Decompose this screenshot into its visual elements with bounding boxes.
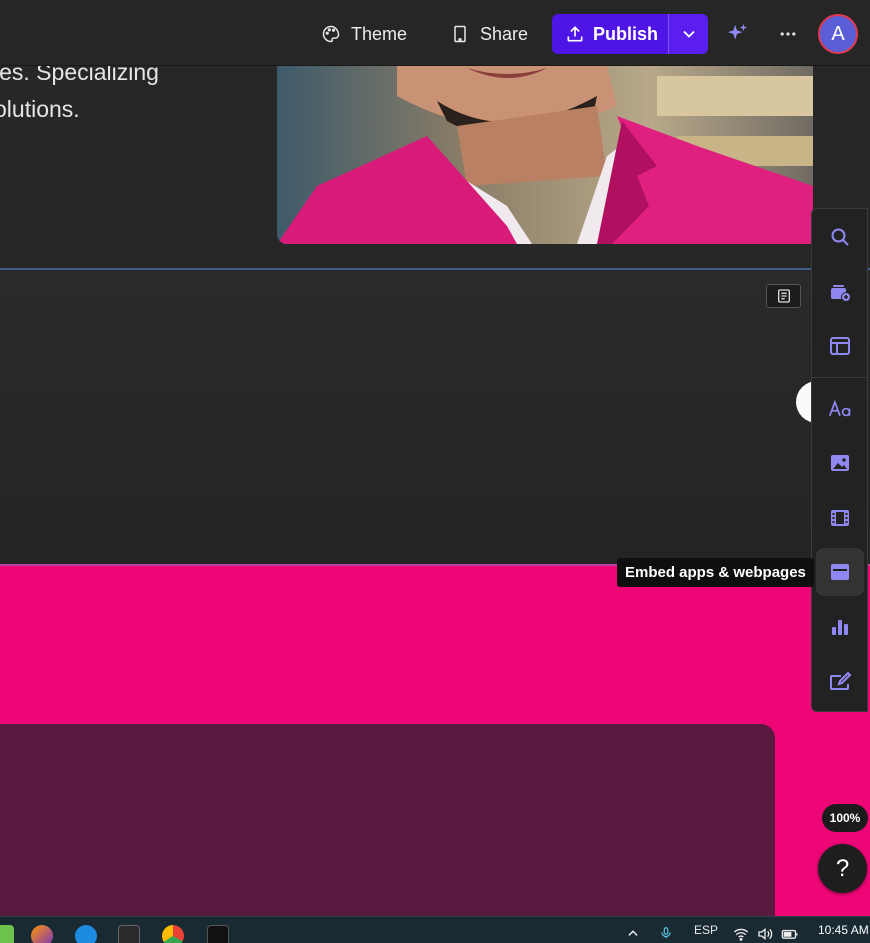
rail-item-layout[interactable] bbox=[816, 322, 864, 370]
rail-item-text[interactable] bbox=[816, 385, 864, 433]
app-icon-green[interactable] bbox=[0, 925, 14, 943]
upload-icon bbox=[567, 26, 583, 42]
publish-group: Publish bbox=[552, 14, 708, 54]
rail-item-search[interactable] bbox=[816, 213, 864, 261]
form-icon bbox=[830, 671, 852, 690]
help-button[interactable]: ? bbox=[818, 844, 867, 893]
rail-item-form[interactable] bbox=[816, 658, 864, 706]
microphone-icon[interactable] bbox=[659, 925, 673, 941]
user-avatar[interactable]: A bbox=[818, 14, 858, 54]
rail-item-add-card[interactable] bbox=[816, 268, 864, 316]
search-icon bbox=[831, 228, 849, 246]
docker-icon[interactable] bbox=[75, 925, 97, 943]
publish-label: Publish bbox=[593, 23, 659, 44]
more-icon bbox=[780, 32, 796, 36]
card-notes-button[interactable] bbox=[766, 284, 801, 308]
os-taskbar: ESP 10:45 AM bbox=[0, 916, 870, 943]
share-label: Share bbox=[480, 23, 529, 44]
share-button[interactable]: Share bbox=[450, 16, 528, 52]
layout-icon bbox=[830, 337, 850, 355]
language-indicator[interactable]: ESP bbox=[694, 923, 718, 937]
firefox-icon[interactable] bbox=[31, 925, 53, 943]
publish-button[interactable]: Publish bbox=[552, 14, 668, 54]
clock[interactable]: 10:45 AM bbox=[818, 923, 869, 937]
rail-separator bbox=[812, 377, 867, 378]
ai-sparkle-button[interactable] bbox=[726, 23, 748, 45]
embed-icon bbox=[831, 564, 849, 580]
publish-options-button[interactable] bbox=[668, 14, 708, 54]
app-icon-dark[interactable] bbox=[207, 925, 229, 943]
portrait-illustration bbox=[277, 66, 813, 244]
theme-button[interactable]: Theme bbox=[321, 16, 407, 52]
chevron-up-icon[interactable] bbox=[626, 926, 640, 940]
chart-icon bbox=[832, 620, 848, 635]
content-card[interactable] bbox=[0, 724, 775, 924]
battery-icon[interactable] bbox=[781, 927, 799, 941]
sparkle-icon bbox=[727, 23, 748, 40]
volume-icon[interactable] bbox=[757, 927, 773, 941]
embed-tooltip: Embed apps & webpages bbox=[617, 558, 814, 587]
zoom-level-badge[interactable]: 100% bbox=[822, 804, 868, 832]
add-card-icon bbox=[831, 285, 851, 302]
hero-section: ies. Specializing olutions. bbox=[0, 59, 870, 269]
hero-text-line: olutions. bbox=[0, 96, 80, 122]
more-options-button[interactable] bbox=[776, 22, 800, 46]
chevron-down-icon bbox=[682, 30, 695, 38]
terminal-icon[interactable] bbox=[118, 925, 140, 943]
video-icon bbox=[831, 510, 849, 526]
rail-item-video[interactable] bbox=[816, 494, 864, 542]
dark-section[interactable] bbox=[0, 270, 870, 564]
wifi-icon[interactable] bbox=[733, 927, 749, 941]
chrome-icon[interactable] bbox=[162, 925, 184, 943]
top-toolbar: Theme Share Publish A bbox=[0, 0, 870, 66]
notes-icon bbox=[777, 289, 790, 303]
insert-toolbar bbox=[811, 208, 868, 712]
pink-section[interactable] bbox=[0, 564, 870, 924]
text-icon bbox=[828, 399, 851, 417]
portrait-image[interactable] bbox=[277, 66, 813, 244]
rail-item-chart[interactable] bbox=[816, 603, 864, 651]
rail-item-image[interactable] bbox=[816, 439, 864, 487]
palette-icon bbox=[322, 25, 340, 43]
building-icon bbox=[454, 25, 466, 43]
rail-item-embed[interactable] bbox=[816, 548, 864, 596]
theme-label: Theme bbox=[351, 23, 408, 44]
image-icon bbox=[831, 455, 849, 471]
